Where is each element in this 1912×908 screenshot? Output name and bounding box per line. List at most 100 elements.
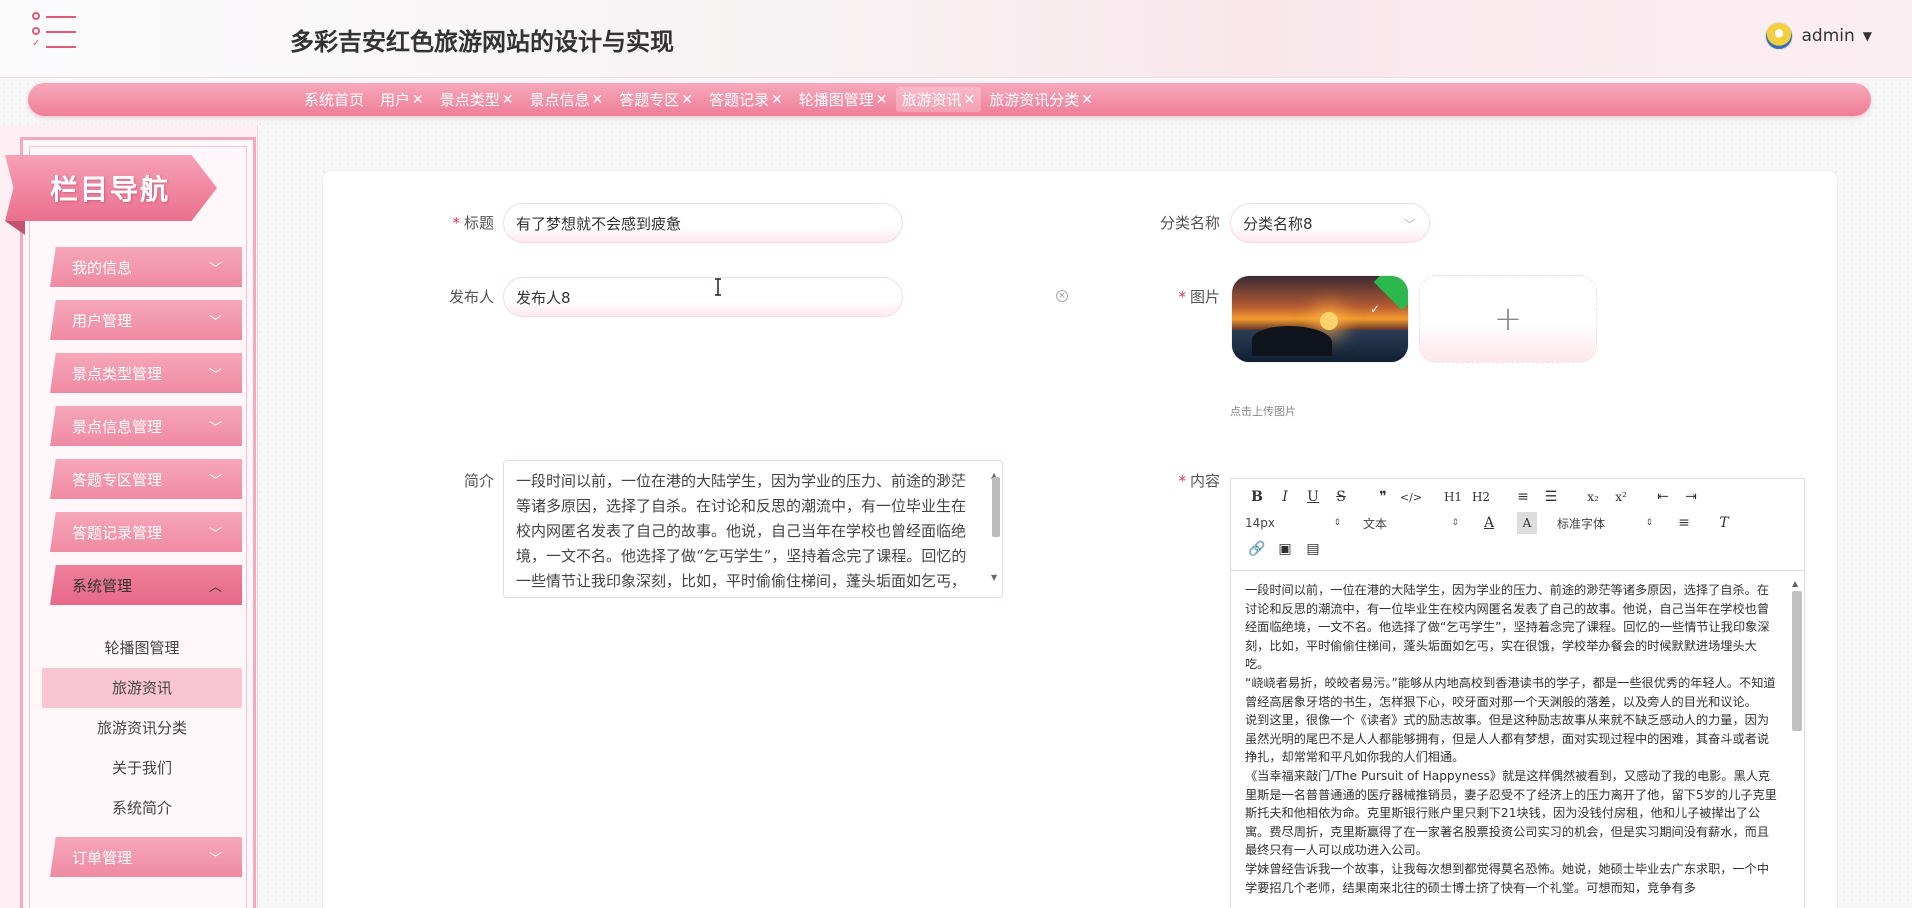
menu-my-info[interactable]: 我的信息 ﹀ [50,247,242,287]
submenu-travel-news[interactable]: 旅游资讯 [42,668,242,708]
italic-button[interactable]: I [1271,486,1299,508]
close-icon[interactable]: ✕ [876,92,888,108]
category-label: 分类名称 [1159,214,1220,232]
chevron-down-icon: ﹀ [208,368,222,383]
tab-quiz-records[interactable]: 答题记录 ✕ [701,89,791,110]
chevron-down-icon: ﹀ [208,262,222,277]
user-menu[interactable]: admin ▼ [1765,22,1872,50]
publisher-label: 发布人 [448,288,494,306]
clear-format-icon[interactable]: T [1713,512,1735,534]
submenu-travel-news-category[interactable]: 旅游资讯分类 [42,708,242,748]
heading1-button[interactable]: H1 [1439,486,1467,508]
editor-content[interactable]: 一段时间以前，一位在港的大陆学生，因为学业的压力、前途的渺茫等诸多原因，选择了自… [1231,571,1804,908]
close-icon[interactable]: ✕ [681,92,693,108]
close-icon[interactable]: ✕ [502,92,514,108]
background-color-icon[interactable]: A [1517,512,1537,534]
align-icon[interactable]: ≡ [1673,512,1695,534]
banner-fold [5,221,25,235]
intro-textarea[interactable]: 一段时间以前，一位在港的大陆学生，因为学业的压力、前途的渺茫等诸多原因，选择了自… [503,460,1003,598]
close-icon[interactable]: ✕ [771,92,783,108]
video-icon[interactable]: ▤ [1299,538,1327,560]
intro-label: 简介 [463,472,494,490]
updown-icon: ⇕ [1333,518,1341,528]
upload-tip: 点击上传图片 [1230,405,1296,418]
close-icon[interactable]: ✕ [592,92,604,108]
code-block-button[interactable]: </> [1397,486,1425,508]
bold-button[interactable]: B [1243,486,1271,508]
menu-scenic-info-management[interactable]: 景点信息管理 ﹀ [50,406,242,446]
chevron-down-icon: ﹀ [208,421,222,436]
publisher-input[interactable]: 发布人8 [503,277,903,317]
tab-bar: 系统首页 用户 ✕ 景点类型 ✕ 景点信息 ✕ 答题专区 ✕ 答题记录 ✕ 轮播图管理 ✕ … [28,83,1871,116]
font-family-select[interactable]: 标准字体 ⇕ [1555,515,1655,532]
menu-system-management[interactable]: 系统管理 ︿ [50,565,242,605]
chevron-up-icon: ︿ [208,580,222,595]
check-icon: ✓ [1369,302,1380,316]
caret-down-icon[interactable]: ▼ [1863,29,1872,43]
font-size-select[interactable]: 14px ⇕ [1243,516,1343,530]
menu-quiz-zone-management[interactable]: 答题专区管理 ﹀ [50,459,242,499]
submenu-system-intro[interactable]: 系统简介 [42,788,242,828]
chevron-down-icon: ﹀ [208,527,222,542]
editor-toolbar: B I U S ❞ </> H1 H2 ≡ ☰ x₂ x² ⇤ ⇥ 14px ⇕ … [1231,479,1804,571]
text-cursor-icon [715,278,721,296]
submenu-carousel[interactable]: 轮播图管理 [42,628,242,668]
avatar[interactable] [1765,22,1794,50]
editor-paragraph: 说到这里，很像一个《读者》式的励志故事。但是这种励志故事从来就不缺乏感动人的力量… [1245,713,1770,765]
app-header: ✓ 多彩吉安红色旅游网站的设计与实现 admin ▼ [0,0,1912,78]
image-label: * 图片 [1178,288,1220,306]
chevron-down-icon: ﹀ [208,315,222,330]
scrollbar[interactable]: ▲ [1790,579,1802,908]
tab-travel-news[interactable]: 旅游资讯 ✕ [895,87,982,112]
tab-travel-news-category[interactable]: 旅游资讯分类 ✕ [981,89,1101,110]
content-label: * 内容 [1178,472,1220,490]
upload-button[interactable]: + [1419,275,1597,363]
bullet-list-button[interactable]: ☰ [1537,486,1565,508]
superscript-button[interactable]: x² [1607,486,1635,508]
outdent-button[interactable]: ⇤ [1649,486,1677,508]
chevron-down-icon: ﹀ [208,474,222,489]
tab-home[interactable]: 系统首页 [296,89,372,110]
underline-button[interactable]: U [1299,486,1327,508]
close-icon[interactable]: ✕ [412,92,424,108]
strike-button[interactable]: S [1327,486,1355,508]
text-style-select[interactable]: 文本 ⇕ [1361,515,1461,532]
menu-scenic-type-management[interactable]: 景点类型管理 ﹀ [50,353,242,393]
heading2-button[interactable]: H2 [1467,486,1495,508]
indent-button[interactable]: ⇥ [1677,486,1705,508]
system-submenu: 轮播图管理 旅游资讯 旅游资讯分类 关于我们 系统简介 [42,628,242,828]
close-icon[interactable]: ✕ [964,92,976,108]
link-icon[interactable]: 🔗 [1243,538,1271,560]
tab-carousel[interactable]: 轮播图管理 ✕ [791,89,896,110]
submenu-about-us[interactable]: 关于我们 [42,748,242,788]
ordered-list-button[interactable]: ≡ [1509,486,1537,508]
category-select[interactable]: 分类名称8 ﹀ [1230,203,1430,243]
menu-user-management[interactable]: 用户管理 ﹀ [50,300,242,340]
updown-icon: ⇕ [1451,518,1459,528]
clear-icon[interactable]: × [1056,290,1068,302]
menu-order-management[interactable]: 订单管理 ﹀ [50,837,242,877]
menu-quiz-record-management[interactable]: 答题记录管理 ﹀ [50,512,242,552]
tab-users[interactable]: 用户 ✕ [372,89,432,110]
updown-icon: ⇕ [1645,518,1653,528]
scrollbar[interactable]: ▲ ▼ [990,465,1000,582]
editor-paragraph: 一段时间以前，一位在港的大陆学生，因为学业的压力、前途的渺茫等诸多原因，选择了自… [1245,583,1770,672]
blockquote-button[interactable]: ❞ [1369,486,1397,508]
username[interactable]: admin [1801,26,1854,46]
tab-scenic-types[interactable]: 景点类型 ✕ [432,89,522,110]
editor-paragraph: 《当幸福来敲门/The Pursuit of Happyness》就是这样偶然被… [1245,768,1777,858]
plus-icon: + [1493,299,1523,339]
menu-toggle-icon[interactable]: ✓ [30,12,78,52]
site-title: 多彩吉安红色旅游网站的设计与实现 [290,28,674,56]
editor-paragraph: 学妹曾经告诉我一个故事，让我每次想到都觉得莫名恐怖。她说，她硕士毕业去广东求职，… [1245,861,1770,895]
rich-text-editor[interactable]: B I U S ❞ </> H1 H2 ≡ ☰ x₂ x² ⇤ ⇥ 14px ⇕ … [1230,478,1805,908]
subscript-button[interactable]: x₂ [1579,486,1607,508]
title-input[interactable]: 有了梦想就不会感到疲惫 [503,203,903,243]
editor-paragraph: “峣峣者易折，皎皎者易污。”能够从内地高校到香港读书的学子，都是一些很优秀的年轻… [1245,675,1776,709]
uploaded-image[interactable]: ✓ [1231,275,1409,363]
tab-quiz-zone[interactable]: 答题专区 ✕ [611,89,701,110]
close-icon[interactable]: ✕ [1081,92,1093,108]
tab-scenic-info[interactable]: 景点信息 ✕ [522,89,612,110]
image-icon[interactable]: ▣ [1271,538,1299,560]
font-color-icon[interactable]: A [1479,512,1499,534]
